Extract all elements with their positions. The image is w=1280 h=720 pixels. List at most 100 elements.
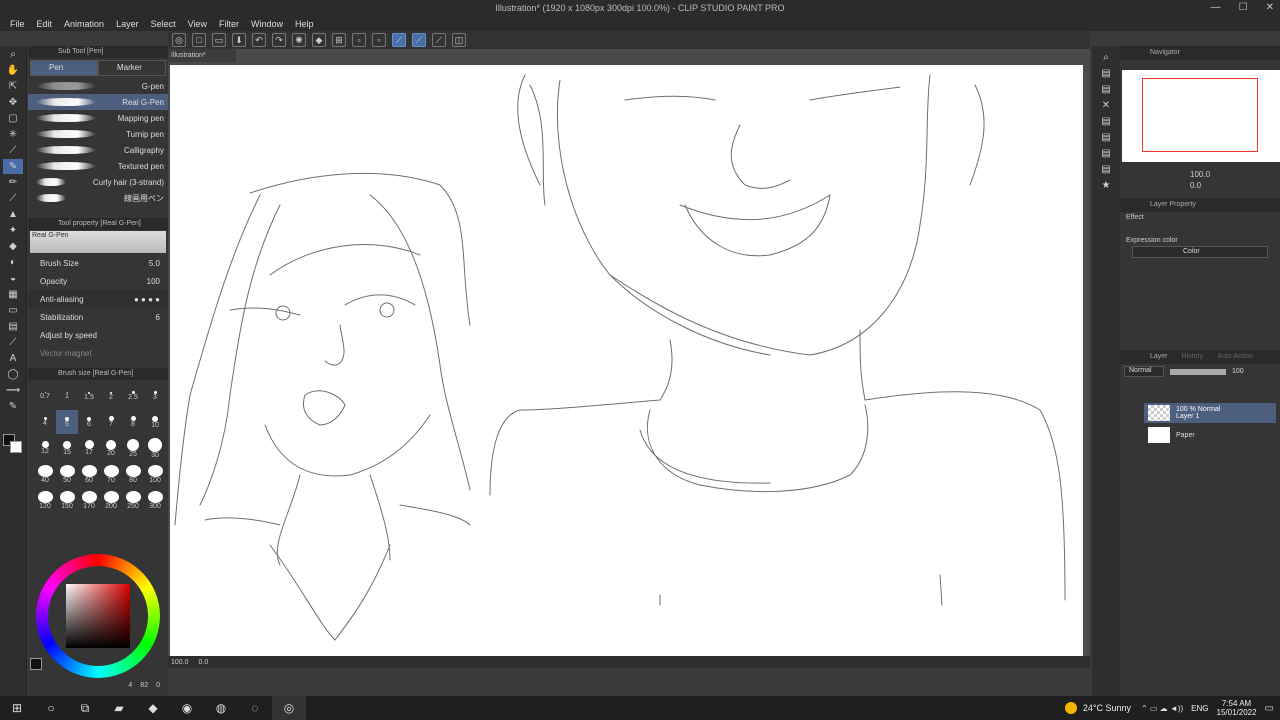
brush-size-option[interactable]: 10 bbox=[144, 410, 166, 434]
balloon-icon[interactable]: ◯ bbox=[3, 367, 23, 382]
airbrush-icon[interactable]: ▲ bbox=[3, 207, 23, 222]
layer-row-selected[interactable]: 100 % Normal Layer 1 bbox=[1144, 403, 1276, 423]
gradient-icon[interactable]: ▦ bbox=[3, 287, 23, 302]
save-icon[interactable]: ⬇ bbox=[232, 33, 246, 47]
windows-start-icon[interactable]: ⊞ bbox=[0, 696, 34, 720]
layer-icon-c[interactable]: ✕ bbox=[1096, 98, 1116, 113]
layer-icon-b[interactable]: ▤ bbox=[1096, 82, 1116, 97]
color-main-swatch[interactable] bbox=[30, 658, 42, 670]
transform-icon[interactable]: ⊞ bbox=[332, 33, 346, 47]
brush-size-option[interactable]: 170 bbox=[78, 488, 100, 512]
text-icon[interactable]: A bbox=[3, 351, 23, 366]
blend-icon[interactable]: ◐ bbox=[3, 255, 23, 270]
brush-size-option[interactable]: 40 bbox=[34, 462, 56, 486]
close-icon[interactable]: ✕ bbox=[1266, 2, 1274, 13]
menu-select[interactable]: Select bbox=[151, 19, 176, 29]
brush-size-option[interactable]: 50 bbox=[56, 462, 78, 486]
app-icon[interactable]: ◌ bbox=[238, 696, 272, 720]
brush-size-option[interactable]: 1 bbox=[56, 384, 78, 408]
brush-size-option[interactable]: 25 bbox=[122, 436, 144, 460]
brush-size-option[interactable]: 250 bbox=[122, 488, 144, 512]
document-tab[interactable]: Illustration* bbox=[168, 49, 236, 62]
brush-size-option[interactable]: 150 bbox=[56, 488, 78, 512]
clip-studio-icon[interactable]: ◎ bbox=[272, 696, 306, 720]
brush-size-option[interactable]: 7 bbox=[100, 410, 122, 434]
brush-size-option[interactable]: 20 bbox=[100, 436, 122, 460]
minimize-icon[interactable]: — bbox=[1211, 2, 1221, 13]
brush-item[interactable]: G-pen bbox=[28, 78, 168, 94]
antialias-selector[interactable]: ● ● ● ● bbox=[134, 295, 160, 304]
discord-icon[interactable]: ◉ bbox=[170, 696, 204, 720]
brush-size-option[interactable]: 200 bbox=[100, 488, 122, 512]
brave-icon[interactable]: ◆ bbox=[136, 696, 170, 720]
snap-vector-icon[interactable]: ◫ bbox=[452, 33, 466, 47]
eyedropper-icon[interactable]: ⟋ bbox=[3, 143, 23, 158]
layer-icon-e[interactable]: ▤ bbox=[1096, 130, 1116, 145]
brush-size-option[interactable]: 12 bbox=[34, 436, 56, 460]
menu-edit[interactable]: Edit bbox=[37, 19, 53, 29]
brush-size-option[interactable]: 6 bbox=[78, 410, 100, 434]
language-indicator[interactable]: ENG bbox=[1191, 704, 1208, 713]
menu-view[interactable]: View bbox=[188, 19, 207, 29]
task-view-icon[interactable]: ⧉ bbox=[68, 696, 102, 720]
undo-icon[interactable]: ↶ bbox=[252, 33, 266, 47]
fill-tool-icon[interactable]: ◒ bbox=[3, 271, 23, 286]
home-icon[interactable]: ◎ bbox=[172, 33, 186, 47]
brush-size-option[interactable]: 3 bbox=[144, 384, 166, 408]
navigator-preview[interactable] bbox=[1122, 70, 1280, 162]
selection-icon[interactable]: ▢ bbox=[3, 111, 23, 126]
navigator-zoom[interactable]: 100.0 bbox=[1190, 170, 1210, 179]
redo-icon[interactable]: ↷ bbox=[272, 33, 286, 47]
hand-icon[interactable]: ✋ bbox=[3, 63, 23, 78]
brush-size-option[interactable]: 80 bbox=[122, 462, 144, 486]
opacity-value[interactable]: 100 bbox=[147, 277, 160, 286]
zoom-value[interactable]: 100.0 bbox=[171, 659, 189, 666]
brush-size-option[interactable]: 0.7 bbox=[34, 384, 56, 408]
brush-size-option[interactable]: 2 bbox=[100, 384, 122, 408]
subtool-tab-marker[interactable]: Marker bbox=[98, 60, 166, 76]
brush-item[interactable]: Textured pen bbox=[28, 158, 168, 174]
notification-icon[interactable]: ▭ bbox=[1265, 703, 1274, 714]
pencil-icon[interactable]: ✏ bbox=[3, 175, 23, 190]
color-square[interactable] bbox=[66, 584, 130, 648]
layer-row-paper[interactable]: Paper bbox=[1144, 425, 1276, 445]
search-taskbar-icon[interactable]: ○ bbox=[34, 696, 68, 720]
menu-layer[interactable]: Layer bbox=[116, 19, 139, 29]
layer-icon-g[interactable]: ▤ bbox=[1096, 162, 1116, 177]
move-icon[interactable]: ✥ bbox=[3, 95, 23, 110]
eraser-icon[interactable]: ◆ bbox=[3, 239, 23, 254]
brush-item[interactable]: 線画用ペン bbox=[28, 190, 168, 206]
layer-tab[interactable]: Layer bbox=[1150, 350, 1168, 364]
correct-icon[interactable]: ✎ bbox=[3, 399, 23, 414]
menu-help[interactable]: Help bbox=[295, 19, 314, 29]
navigator-angle[interactable]: 0.0 bbox=[1190, 181, 1201, 190]
menu-filter[interactable]: Filter bbox=[219, 19, 239, 29]
line-correction-icon[interactable]: ⟿ bbox=[3, 383, 23, 398]
brush-size-option[interactable]: 70 bbox=[100, 462, 122, 486]
brush-size-option-selected[interactable]: 5 bbox=[56, 410, 78, 434]
brush-size-option[interactable]: 17 bbox=[78, 436, 100, 460]
steam-icon[interactable]: ◍ bbox=[204, 696, 238, 720]
snap-icon[interactable]: ▫ bbox=[372, 33, 386, 47]
brush-size-option[interactable]: 120 bbox=[34, 488, 56, 512]
color-wheel[interactable] bbox=[36, 554, 160, 678]
sub-color-swatch[interactable] bbox=[10, 441, 22, 453]
frame-icon[interactable]: ▤ bbox=[3, 319, 23, 334]
brush-icon[interactable]: ⟋ bbox=[3, 191, 23, 206]
snap-grid-icon[interactable]: ⟋ bbox=[432, 33, 446, 47]
operation-icon[interactable]: ⇱ bbox=[3, 79, 23, 94]
star-icon[interactable]: ★ bbox=[1096, 178, 1116, 193]
expression-dropdown[interactable]: Color bbox=[1132, 246, 1268, 258]
weather-widget[interactable]: 24°C Sunny bbox=[1064, 702, 1131, 714]
clear-icon[interactable]: ▫ bbox=[352, 33, 366, 47]
angle-value[interactable]: 0.0 bbox=[199, 659, 209, 666]
brush-size-option[interactable]: 15 bbox=[56, 436, 78, 460]
brush-size-value[interactable]: 5.0 bbox=[149, 259, 160, 268]
drawing-canvas[interactable] bbox=[170, 65, 1083, 657]
ruler-icon[interactable]: ⟋ bbox=[3, 335, 23, 350]
subtool-tab-pen[interactable]: Pen bbox=[30, 60, 98, 76]
layer-icon-d[interactable]: ▤ bbox=[1096, 114, 1116, 129]
brush-item[interactable]: Turnip pen bbox=[28, 126, 168, 142]
brush-size-option[interactable]: 4 bbox=[34, 410, 56, 434]
decoration-icon[interactable]: ✦ bbox=[3, 223, 23, 238]
